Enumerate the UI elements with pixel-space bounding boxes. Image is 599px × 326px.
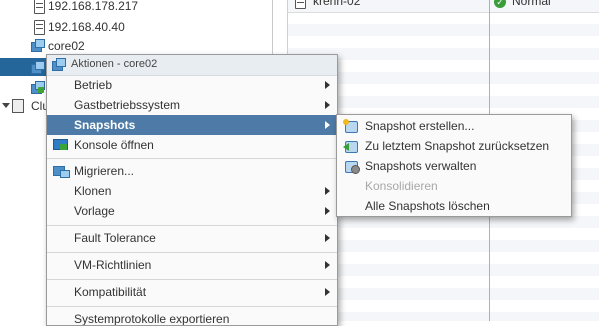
chevron-right-icon (325, 101, 330, 109)
migrate-icon (53, 164, 70, 178)
menu-item-vorlage[interactable]: Vorlage (47, 201, 337, 221)
vm-icon (52, 58, 66, 71)
context-menu: Aktionen - core02 Betrieb Gastbetriebssy… (46, 54, 338, 326)
menu-item-konsole-oeffnen[interactable]: Konsole öffnen (47, 135, 337, 155)
submenu-item-label: Snapshot erstellen... (365, 119, 475, 133)
tree-item-host[interactable]: 192.168.40.40 (0, 17, 272, 37)
menu-item-label: Klonen (74, 184, 112, 198)
console-icon (53, 138, 69, 152)
chevron-right-icon (325, 81, 330, 89)
submenu-item-verwalten[interactable]: Snapshots verwalten (337, 156, 571, 176)
snapshots-submenu: Snapshot erstellen... Zu letztem Snapsho… (336, 114, 572, 217)
tree-item-cluster[interactable]: Clu (0, 96, 52, 116)
menu-item-fault-tolerance[interactable]: Fault Tolerance (47, 228, 337, 248)
submenu-item-label: Zu letztem Snapshot zurücksetzen (365, 139, 550, 153)
submenu-item-alle-loeschen[interactable]: Alle Snapshots löschen (337, 196, 571, 216)
vm-icon (31, 61, 45, 74)
submenu-item-zuruecksetzen[interactable]: Zu letztem Snapshot zurücksetzen (337, 136, 571, 156)
vm-icon (31, 39, 45, 52)
menu-item-betrieb[interactable]: Betrieb (47, 75, 337, 95)
tree-item-vm[interactable] (0, 78, 52, 98)
menu-item-label: Vorlage (74, 204, 115, 218)
menu-divider (47, 252, 337, 253)
submenu-item-label: Alle Snapshots löschen (365, 199, 490, 213)
menu-item-label: Snapshots (74, 118, 136, 132)
submenu-item-label: Snapshots verwalten (365, 159, 477, 173)
snapshot-revert-icon (343, 139, 359, 153)
chevron-right-icon (325, 234, 330, 242)
grid-row-divider (287, 12, 599, 13)
menu-divider (47, 306, 337, 307)
chevron-right-icon (325, 288, 330, 296)
chevron-right-icon (325, 261, 330, 269)
menu-item-gastbetriebssystem[interactable]: Gastbetriebssystem (47, 95, 337, 115)
submenu-item-label: Konsolidieren (365, 179, 438, 193)
submenu-item-konsolidieren: Konsolidieren (337, 176, 571, 196)
menu-item-kompatibilitaet[interactable]: Kompatibilität (47, 282, 337, 302)
menu-divider (47, 279, 337, 280)
tree-item-vm[interactable]: core02 (0, 36, 272, 56)
menu-item-label: Konsole öffnen (74, 138, 154, 152)
host-icon (34, 20, 45, 35)
snapshot-manager-icon (343, 159, 360, 174)
menu-header-title: Aktionen - core02 (71, 58, 158, 70)
tree-item-label: core02 (48, 39, 85, 53)
chevron-right-icon (325, 207, 330, 215)
host-icon (34, 0, 45, 14)
menu-divider (47, 158, 337, 159)
tree-item-host[interactable]: 192.168.178.217 (0, 0, 272, 16)
vm-powered-on-icon (31, 81, 45, 94)
chevron-right-icon (325, 121, 330, 129)
menu-item-label: Gastbetriebssystem (74, 98, 181, 112)
chevron-right-icon (325, 187, 330, 195)
snapshot-create-icon (343, 119, 359, 133)
menu-item-vm-richtlinien[interactable]: VM-Richtlinien (47, 255, 337, 275)
host-icon (295, 0, 306, 9)
tree-item-vm[interactable] (0, 58, 52, 78)
menu-item-systemprotokolle[interactable]: Systemprotokolle exportieren (47, 309, 337, 326)
menu-item-klonen[interactable]: Klonen (47, 181, 337, 201)
menu-divider (47, 225, 337, 226)
menu-item-label: Migrieren... (74, 164, 135, 178)
menu-item-label: Kompatibilität (74, 285, 147, 299)
grid-cell-name: krenn-02 (313, 0, 361, 8)
menu-header: Aktionen - core02 (47, 55, 337, 76)
tree-item-label: 192.168.178.217 (48, 0, 139, 13)
menu-item-label: Systemprotokolle exportieren (74, 312, 230, 326)
tree-item-label: 192.168.40.40 (48, 20, 125, 34)
grid-cell-status: Normal (512, 0, 551, 8)
submenu-item-snapshot-erstellen[interactable]: Snapshot erstellen... (337, 116, 571, 136)
menu-item-label: Betrieb (74, 78, 113, 92)
menu-item-migrieren[interactable]: Migrieren... (47, 161, 337, 181)
menu-item-snapshots[interactable]: Snapshots (47, 115, 337, 135)
menu-item-label: Fault Tolerance (74, 231, 156, 245)
menu-item-label: VM-Richtlinien (74, 258, 152, 272)
